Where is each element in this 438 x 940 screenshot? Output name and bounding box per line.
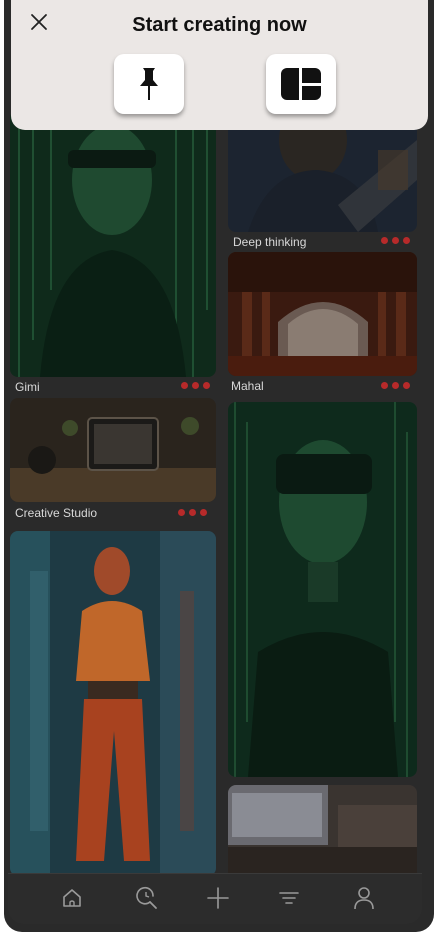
profile-icon [354,887,374,910]
vr-headset-portrait-image [228,402,417,777]
tab-home[interactable] [58,884,86,912]
plus-icon [207,887,229,909]
pin-caption: Deep thinking [233,235,307,249]
pin-caption: Creative Studio [15,506,98,520]
more-options-icon[interactable] [381,237,410,244]
filter-icon [279,892,299,904]
pin-image-gimi[interactable] [10,110,216,377]
create-pin-button[interactable] [114,54,184,114]
home-icon [63,889,81,907]
bottom-tab-bar [8,873,422,924]
pin-image-office[interactable] [228,785,417,885]
pin-icon [140,68,158,100]
tab-search[interactable] [133,884,161,912]
tab-create[interactable] [204,884,232,912]
matrix-portrait-image [10,110,216,377]
tab-profile[interactable] [350,884,378,912]
pin-feed: Gimi Creative Studio Deep thinking Mahal [4,0,434,932]
palace-arches-image [228,252,417,376]
create-board-button[interactable] [266,54,336,114]
sheet-title: Start creating now [132,14,307,36]
search-icon [136,886,157,909]
more-options-icon[interactable] [178,509,207,516]
pin-image-mahal[interactable] [228,252,417,376]
more-options-icon[interactable] [381,382,410,389]
pin-image-creative-studio[interactable] [10,398,216,502]
create-sheet: Start creating now [11,0,428,130]
pin-image-glitch-fashion[interactable] [10,531,216,876]
pin-caption: Mahal [231,379,264,393]
pin-image-vr-portrait[interactable] [228,402,417,777]
pin-caption: Gimi [15,380,40,394]
studio-desk-image [10,398,216,502]
glitch-fashion-image [10,531,216,876]
app-screen: Gimi Creative Studio Deep thinking Mahal… [4,0,434,932]
tab-filter[interactable] [275,884,303,912]
board-layout-icon [281,68,321,100]
more-options-icon[interactable] [181,382,210,389]
office-screen-image [228,785,417,885]
